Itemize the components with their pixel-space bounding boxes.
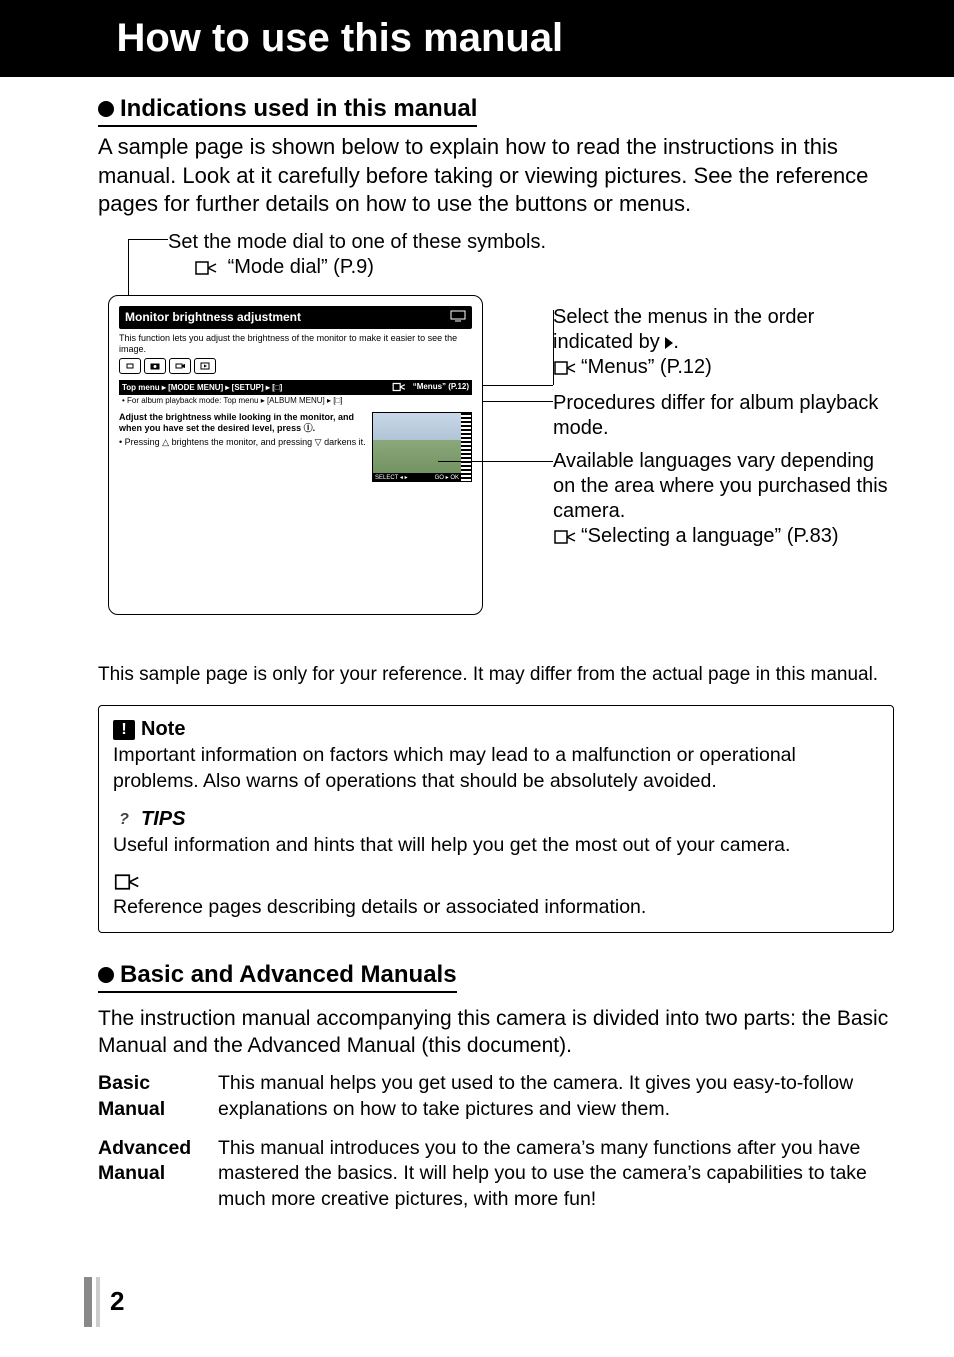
- reference-body: Reference pages describing details or as…: [113, 895, 879, 920]
- note-heading: ! Note: [113, 718, 879, 741]
- annotation-menus-ref: “Menus” (P.12): [581, 356, 712, 378]
- photo-go-label: GO ▸ OK: [435, 474, 459, 481]
- notes-box: ! Note Important information on factors …: [98, 705, 894, 932]
- reference-icon: [553, 529, 577, 545]
- mode-icon-movie: [169, 358, 191, 374]
- page-header: How to use this manual: [0, 0, 954, 77]
- advanced-manual-desc: This manual introduces you to the camera…: [218, 1136, 894, 1212]
- tips-heading-text: TIPS: [141, 808, 185, 831]
- tips-heading: ? TIPS: [113, 808, 879, 831]
- reference-icon: [392, 382, 406, 392]
- basic-manual-label: Basic Manual: [98, 1071, 198, 1122]
- sample-subtitle: This function lets you adjust the bright…: [119, 333, 472, 355]
- leader-line: [483, 401, 553, 402]
- note-heading-text: Note: [141, 718, 185, 741]
- sample-album-line: • For album playback mode: Top menu ▸ [A…: [119, 394, 472, 406]
- tips-body: Useful information and hints that will h…: [113, 833, 879, 858]
- annotation-album: Procedures differ for album playback mod…: [553, 391, 893, 441]
- page-tab: [84, 1277, 92, 1327]
- photo-select-label: SELECT ◂ ▸: [375, 474, 408, 481]
- reference-icon: [553, 360, 577, 376]
- mode-dial-note: Set the mode dial to one of these symbol…: [168, 231, 546, 279]
- tips-icon: ?: [113, 810, 135, 830]
- monitor-icon: [450, 310, 466, 325]
- annotation-menus: Select the menus in the order indicated …: [553, 305, 883, 380]
- mode-dial-ref: “Mode dial” (P.9): [228, 256, 374, 278]
- mode-icon-camera: [144, 358, 166, 374]
- bullet-icon: [98, 101, 114, 117]
- annotation-menus-text: Select the menus in the order indicated …: [553, 306, 814, 353]
- mode-icon-row: [119, 358, 472, 374]
- manuals-intro: The instruction manual accompanying this…: [98, 1005, 894, 1060]
- top-menu-ref: “Menus” (P.12): [413, 382, 469, 391]
- annotation-language-text: Available languages vary depending on th…: [553, 450, 888, 522]
- sample-instruction-bold: Adjust the brightness while looking in t…: [119, 412, 366, 434]
- note-icon: !: [113, 720, 135, 740]
- intro-paragraph: A sample page is shown below to explain …: [98, 133, 894, 219]
- page-tab-inner: [96, 1277, 100, 1327]
- section-heading-manuals: Basic and Advanced Manuals: [98, 961, 457, 993]
- note-body: Important information on factors which m…: [113, 743, 879, 794]
- annotation-language: Available languages vary depending on th…: [553, 449, 893, 549]
- advanced-manual-label: Advanced Manual: [98, 1136, 198, 1212]
- section-heading-indications: Indications used in this manual: [98, 95, 477, 127]
- mode-icon-play: [194, 358, 216, 374]
- mode-dial-note-line1: Set the mode dial to one of these symbol…: [168, 231, 546, 254]
- sample-caption: This sample page is only for your refere…: [98, 663, 894, 688]
- page-number: 2: [110, 1286, 124, 1317]
- sample-photo: SELECT ◂ ▸ GO ▸ OK: [372, 412, 472, 482]
- leader-line: [483, 385, 553, 386]
- advanced-manual-row: Advanced Manual This manual introduces y…: [98, 1136, 894, 1212]
- basic-manual-desc: This manual helps you get used to the ca…: [218, 1071, 894, 1122]
- sample-header: Monitor brightness adjustment: [119, 306, 472, 329]
- leader-line: [438, 461, 553, 462]
- mode-icon-auto: [119, 358, 141, 374]
- sample-top-menu: Top menu ▸ [MODE MENU] ▸ [SETUP] ▸ [□] “…: [119, 380, 472, 394]
- leader-line: [128, 239, 168, 240]
- bullet-icon: [98, 967, 114, 983]
- top-menu-path: Top menu ▸ [MODE MENU] ▸ [SETUP] ▸ [□]: [122, 383, 282, 392]
- basic-manual-row: Basic Manual This manual helps you get u…: [98, 1071, 894, 1122]
- sample-instruction: Adjust the brightness while looking in t…: [119, 412, 366, 482]
- sample-diagram: Set the mode dial to one of these symbol…: [98, 231, 894, 631]
- sample-title: Monitor brightness adjustment: [125, 310, 301, 324]
- sample-page-box: Monitor brightness adjustment This funct…: [108, 295, 483, 615]
- header-spacer: [0, 10, 98, 70]
- sample-photo-bar: SELECT ◂ ▸ GO ▸ OK: [373, 473, 461, 481]
- page-title: How to use this manual: [102, 8, 563, 71]
- sample-instruction-sub: • Pressing △ brightens the monitor, and …: [119, 437, 366, 448]
- reference-icon: [113, 873, 141, 891]
- annotation-language-ref: “Selecting a language” (P.83): [581, 525, 839, 547]
- section-heading-text: Indications used in this manual: [120, 95, 477, 122]
- section-heading-manuals-text: Basic and Advanced Manuals: [120, 961, 457, 988]
- reference-icon: [194, 260, 218, 276]
